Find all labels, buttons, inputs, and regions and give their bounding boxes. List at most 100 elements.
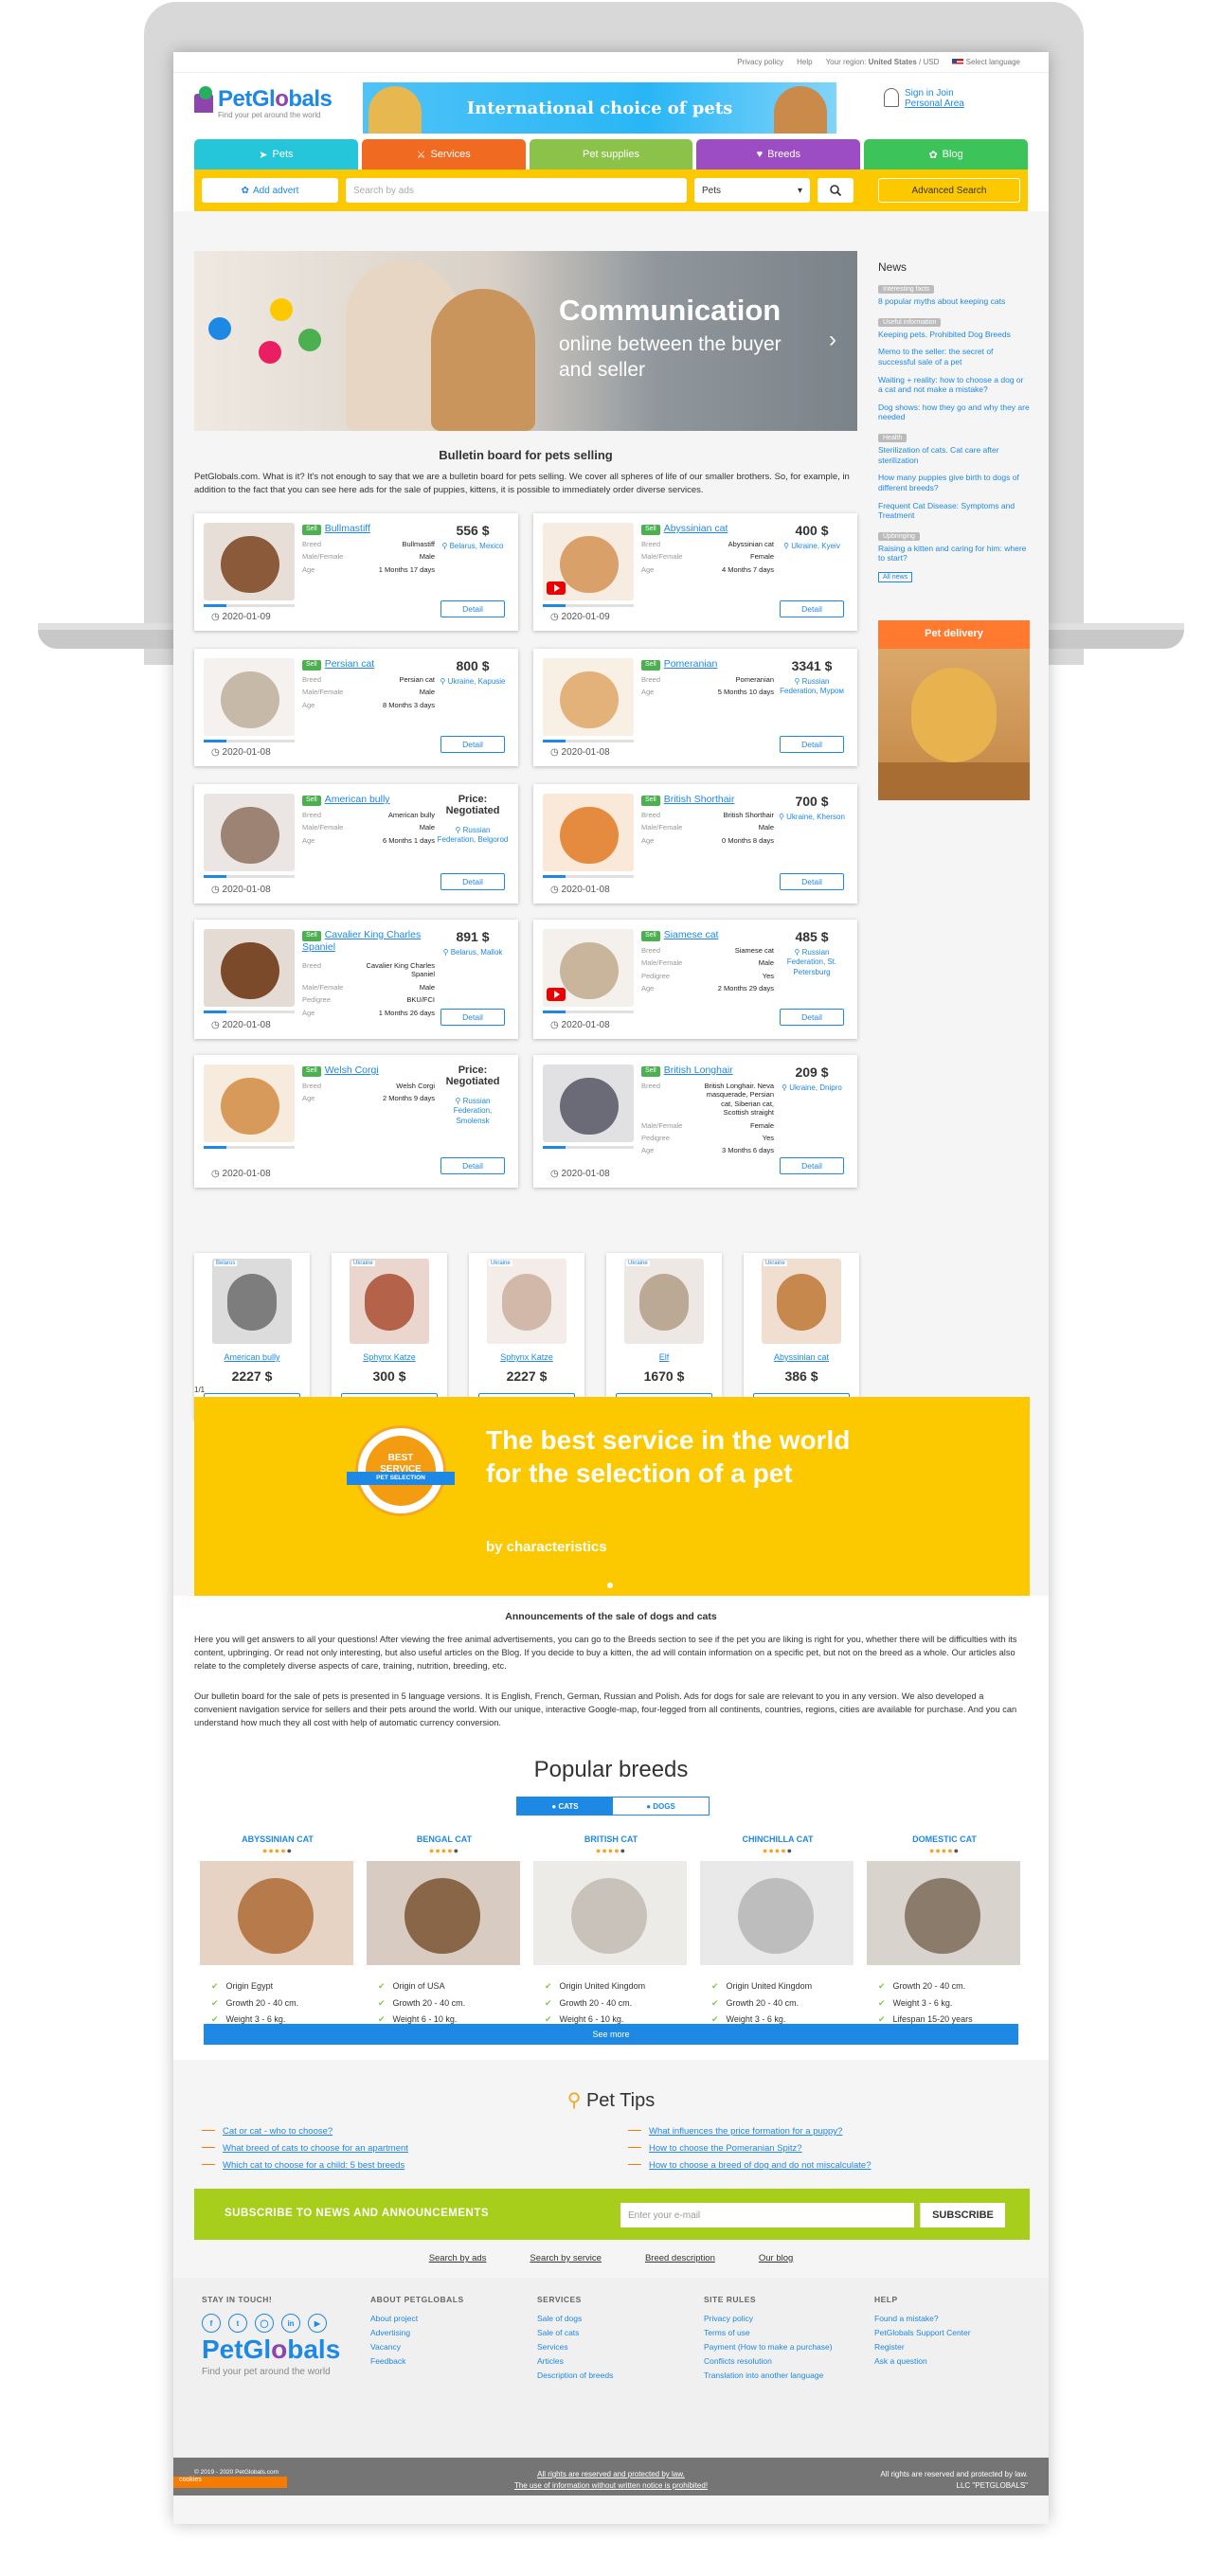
see-more-button[interactable]: See more [204, 2024, 1018, 2045]
footer-link[interactable]: Services [537, 2342, 613, 2352]
ad-card[interactable]: ◷ 2020-01-08 Sell British Longhair Breed B… [533, 1055, 857, 1188]
news-item[interactable]: Memo to the seller: the secret of succes… [878, 347, 1030, 367]
ad-card[interactable]: ◷ 2020-01-08 Sell British Shorthair Breed… [533, 784, 857, 903]
detail-button[interactable]: Detail [440, 873, 505, 890]
breed-name[interactable]: BRITISH CAT [533, 1834, 689, 1844]
nav-breeds[interactable]: ♥ Breeds [696, 139, 861, 170]
ad-card[interactable]: ◷ 2020-01-08 Sell Welsh Corgi Breed Welsh … [194, 1055, 518, 1188]
breed-photo[interactable] [700, 1861, 854, 1965]
featured-name[interactable]: Sphynx Katze [469, 1352, 584, 1362]
ad-photo[interactable] [543, 794, 634, 871]
join-link[interactable]: Join [936, 88, 953, 98]
ad-title-link[interactable]: British Shorthair [664, 794, 735, 805]
breed-photo[interactable] [533, 1861, 687, 1965]
video-play-icon[interactable] [547, 988, 566, 1001]
footer-link[interactable]: Register [874, 2342, 971, 2352]
video-play-icon[interactable] [547, 581, 566, 595]
footer-logo[interactable]: PetGlobals [202, 2334, 340, 2365]
footer-link[interactable]: PetGlobals Support Center [874, 2328, 971, 2337]
search-input[interactable]: Search by ads [346, 178, 687, 203]
footer-link[interactable]: Articles [537, 2356, 613, 2366]
news-item[interactable]: How many puppies give birth to dogs of d… [878, 473, 1030, 492]
ad-card[interactable]: ◷ 2020-01-09 Sell Abyssinian cat Breed Aby… [533, 513, 857, 631]
nav-services[interactable]: ⚔ Services [361, 139, 526, 170]
detail-button[interactable]: Detail [440, 600, 505, 617]
tab-dogs[interactable]: ● DOGS [613, 1798, 709, 1815]
featured-photo[interactable]: Ukraine [350, 1259, 429, 1344]
logo[interactable]: PetGlobals Find your pet around the worl… [194, 86, 332, 119]
featured-name[interactable]: Abyssinian cat [744, 1352, 859, 1362]
footer-link[interactable]: Ask a question [874, 2356, 971, 2366]
featured-photo[interactable]: Ukraine [624, 1259, 704, 1344]
signin-link[interactable]: Sign in [905, 88, 934, 98]
hero-slider[interactable]: Communication online between the buyer a… [194, 251, 857, 431]
footer-link[interactable]: Advertising [370, 2328, 464, 2337]
footer-link[interactable]: Translation into another language [704, 2370, 833, 2380]
breed-name[interactable]: DOMESTIC CAT [867, 1834, 1022, 1844]
ad-title-link[interactable]: Pomeranian [664, 658, 718, 670]
chevron-right-icon[interactable]: › [829, 327, 836, 353]
footer-link[interactable]: Payment (How to make a purchase) [704, 2342, 833, 2352]
footer-link[interactable]: Search by service [530, 2253, 602, 2263]
news-tag[interactable]: Health [878, 434, 908, 442]
tip-link[interactable]: Cat or cat - who to choose? [202, 2126, 332, 2137]
detail-button[interactable]: Detail [780, 1009, 844, 1026]
search-button[interactable] [818, 178, 854, 203]
breed-card[interactable]: BENGAL CAT ●●●●● Origin of USAGrowth 20 … [367, 1834, 522, 2045]
ad-photo[interactable] [543, 929, 634, 1007]
footer-link[interactable]: Our blog [759, 2253, 793, 2263]
breed-photo[interactable] [200, 1861, 353, 1965]
news-item[interactable]: Waiting + reality: how to choose a dog o… [878, 375, 1030, 395]
personal-area-link[interactable]: Personal Area [905, 98, 964, 109]
ad-card[interactable]: ◷ 2020-01-08 Sell Pomeranian Breed Pomeran… [533, 649, 857, 766]
ad-photo[interactable] [543, 1064, 634, 1142]
youtube-icon[interactable]: ▶ [308, 2314, 327, 2333]
footer-link[interactable]: Conflicts resolution [704, 2356, 833, 2366]
ad-card[interactable]: ◷ 2020-01-08 Sell American bully Breed Ame… [194, 784, 518, 903]
news-item[interactable]: Frequent Cat Disease: Symptoms and Treat… [878, 501, 1030, 521]
tip-link[interactable]: What influences the price formation for … [628, 2126, 842, 2137]
featured-ad[interactable]: Ukraine Sphynx Katze 300 $ Detail [332, 1253, 447, 1420]
featured-ad[interactable]: Belarus American bully 2227 $ Detail [194, 1253, 310, 1420]
detail-button[interactable]: Detail [440, 1157, 505, 1174]
privacy-link[interactable]: Privacy policy [737, 58, 783, 66]
all-news-button[interactable]: All news [878, 572, 913, 582]
detail-button[interactable]: Detail [780, 873, 844, 890]
language-selector[interactable]: Select language [952, 58, 1020, 66]
footer-link[interactable]: Breed description [645, 2253, 715, 2263]
breed-photo[interactable] [367, 1861, 520, 1965]
ad-card[interactable]: ◷ 2020-01-08 Sell Cavalier King Charles S… [194, 920, 518, 1039]
ad-photo[interactable] [204, 523, 295, 600]
ad-photo[interactable] [543, 523, 634, 600]
footer-link[interactable]: Sale of dogs [537, 2314, 613, 2323]
footer-link[interactable]: Sale of cats [537, 2328, 613, 2337]
featured-ad[interactable]: Ukraine Elf 1670 $ Detail [606, 1253, 722, 1420]
detail-button[interactable]: Detail [780, 1157, 844, 1174]
nav-blog[interactable]: ✿ Blog [864, 139, 1028, 170]
featured-name[interactable]: Sphynx Katze [332, 1352, 447, 1362]
ad-photo[interactable] [204, 658, 295, 736]
detail-button[interactable]: Detail [440, 1009, 505, 1026]
ad-photo[interactable] [204, 1064, 295, 1142]
email-field[interactable]: Enter your e-mail [620, 2203, 914, 2227]
news-item[interactable]: Raising a kitten and caring for him: whe… [878, 544, 1030, 564]
ad-title-link[interactable]: Persian cat [325, 658, 375, 670]
breed-name[interactable]: CHINCHILLA CAT [700, 1834, 855, 1844]
subscribe-button[interactable]: SUBSCRIBE [920, 2203, 1005, 2227]
detail-button[interactable]: Detail [780, 736, 844, 753]
news-item[interactable]: Sterilization of cats. Cat care after st… [878, 445, 1030, 465]
breed-card[interactable]: DOMESTIC CAT ●●●●● Growth 20 - 40 cm.Wei… [867, 1834, 1022, 2029]
linkedin-icon[interactable]: in [281, 2314, 300, 2333]
news-item[interactable]: Dog shows: how they go and why they are … [878, 402, 1030, 422]
ad-card[interactable]: ◷ 2020-01-08 Sell Siamese cat Breed Siames… [533, 920, 857, 1039]
featured-ad[interactable]: Ukraine Sphynx Katze 2227 $ Detail [469, 1253, 584, 1420]
slider-dot[interactable] [607, 1583, 613, 1588]
ad-title-link[interactable]: British Longhair [664, 1064, 733, 1076]
ad-title-link[interactable]: Bullmastiff [325, 523, 370, 534]
ad-title-link[interactable]: Welsh Corgi [325, 1064, 379, 1076]
news-item[interactable]: Keeping pets. Prohibited Dog Breeds [878, 330, 1030, 340]
pet-delivery-banner[interactable]: Pet delivery [878, 620, 1030, 800]
advanced-search-button[interactable]: Advanced Search [878, 178, 1020, 203]
ad-title-link[interactable]: Abyssinian cat [664, 523, 728, 534]
news-item[interactable]: 8 popular myths about keeping cats [878, 296, 1030, 307]
